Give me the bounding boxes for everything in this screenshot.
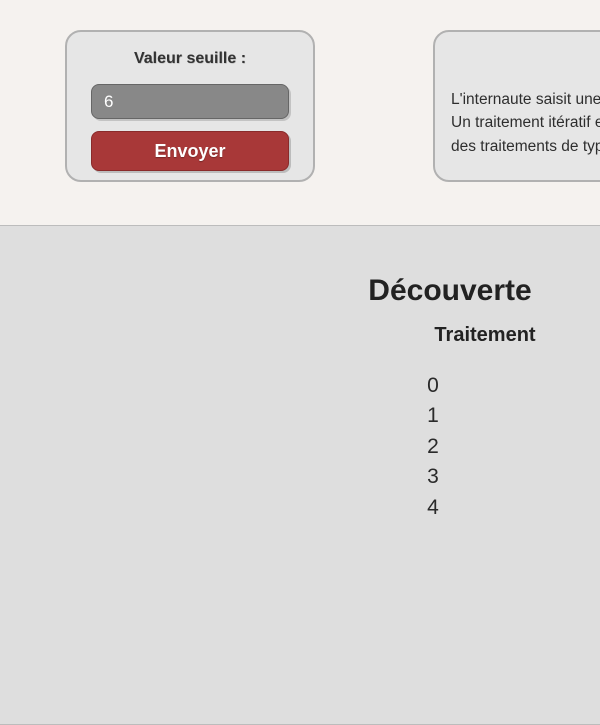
description-line-1: L'internaute saisit une valeur seuil. — [451, 88, 600, 111]
number-list: 0 1 2 3 4 — [0, 371, 600, 523]
list-item: 4 — [418, 493, 448, 523]
list-item: 2 — [418, 432, 448, 462]
description-line-3: des traitements de type boucle. — [451, 135, 600, 158]
threshold-input[interactable] — [91, 84, 289, 119]
list-item: 3 — [418, 462, 448, 492]
page-subtitle: Traitement — [434, 324, 535, 347]
top-area: Valeur seuille : Envoyer L'internaute sa… — [0, 0, 600, 225]
list-item: 1 — [418, 401, 448, 431]
list-item: 0 — [418, 371, 448, 401]
page-title: Découverte — [368, 274, 531, 308]
submit-button[interactable]: Envoyer — [91, 131, 289, 171]
description-line-2: Un traitement itératif est réalisé, — [451, 111, 600, 134]
threshold-label: Valeur seuille : — [85, 50, 295, 68]
description-panel: L'internaute saisit une valeur seuil. Un… — [433, 30, 600, 182]
form-panel: Valeur seuille : Envoyer — [65, 30, 315, 182]
output-panel: Découverte Traitement 0 1 2 3 4 — [0, 225, 600, 725]
